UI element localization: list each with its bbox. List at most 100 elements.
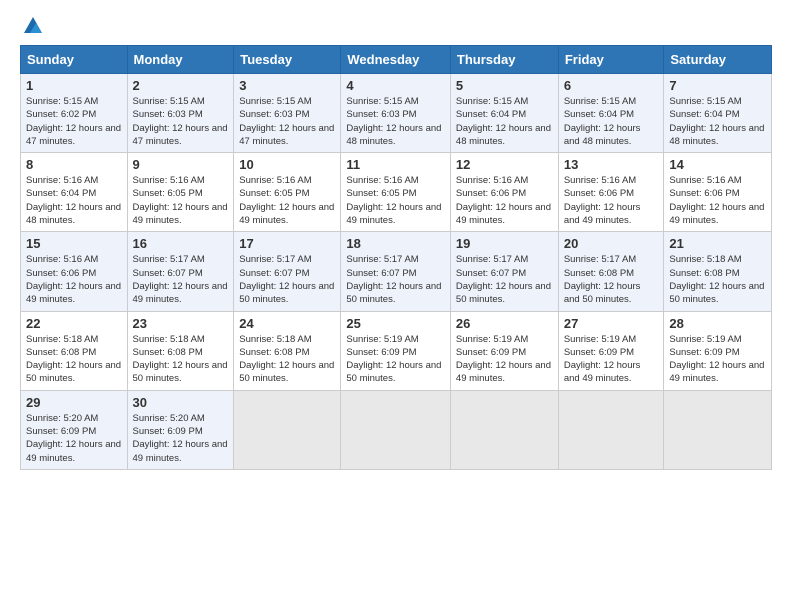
page: SundayMondayTuesdayWednesdayThursdayFrid… [0,0,792,612]
day-info: Sunrise: 5:15 AMSunset: 6:04 PMDaylight:… [669,95,766,148]
calendar-day-cell: 7 Sunrise: 5:15 AMSunset: 6:04 PMDaylight… [664,74,772,153]
day-info: Sunrise: 5:18 AMSunset: 6:08 PMDaylight:… [133,333,229,386]
calendar-day-cell: 18Sunrise: 5:17 AMSunset: 6:07 PMDayligh… [341,232,451,311]
calendar-header-sunday: Sunday [21,46,128,74]
day-number: 17 [239,236,335,251]
calendar-day-cell: 19Sunrise: 5:17 AMSunset: 6:07 PMDayligh… [450,232,558,311]
calendar-day-cell: 15 Sunrise: 5:16 AMSunset: 6:06 PMDayligh… [21,232,128,311]
day-number: 7 [669,78,766,93]
day-number: 3 [239,78,335,93]
day-number: 25 [346,316,445,331]
day-number: 20 [564,236,659,251]
day-info: Sunrise: 5:20 AMSunset: 6:09 PMDaylight:… [133,412,229,465]
calendar-day-cell: 17 Sunrise: 5:17 AMSunset: 6:07 PMDayligh… [234,232,341,311]
calendar-empty-cell [234,390,341,469]
calendar-day-cell: 4Sunrise: 5:15 AMSunset: 6:03 PMDaylight… [341,74,451,153]
day-info: Sunrise: 5:16 AMSunset: 6:06 PMDaylight:… [26,253,122,306]
calendar-empty-cell [450,390,558,469]
day-number: 8 [26,157,122,172]
day-number: 1 [26,78,122,93]
calendar-empty-cell [664,390,772,469]
day-info: Sunrise: 5:17 AMSunset: 6:07 PMDaylight:… [239,253,335,306]
header [20,15,772,37]
day-number: 14 [669,157,766,172]
day-info: Sunrise: 5:18 AMSunset: 6:08 PMDaylight:… [669,253,766,306]
day-number: 24 [239,316,335,331]
day-number: 15 [26,236,122,251]
day-number: 30 [133,395,229,410]
calendar-day-cell: 27 Sunrise: 5:19 AMSunset: 6:09 PMDayligh… [558,311,664,390]
calendar-header-thursday: Thursday [450,46,558,74]
calendar-header-monday: Monday [127,46,234,74]
calendar-day-cell: 5 Sunrise: 5:15 AMSunset: 6:04 PMDaylight… [450,74,558,153]
calendar-week-row: 15 Sunrise: 5:16 AMSunset: 6:06 PMDayligh… [21,232,772,311]
day-number: 10 [239,157,335,172]
day-number: 27 [564,316,659,331]
day-number: 26 [456,316,553,331]
calendar-day-cell: 22 Sunrise: 5:18 AMSunset: 6:08 PMDayligh… [21,311,128,390]
calendar-day-cell: 20 Sunrise: 5:17 AMSunset: 6:08 PMDayligh… [558,232,664,311]
day-info: Sunrise: 5:17 AMSunset: 6:07 PMDaylight:… [133,253,229,306]
calendar-week-row: 22 Sunrise: 5:18 AMSunset: 6:08 PMDayligh… [21,311,772,390]
day-info: Sunrise: 5:20 AMSunset: 6:09 PMDaylight:… [26,412,122,465]
day-info: Sunrise: 5:16 AMSunset: 6:06 PMDaylight:… [564,174,659,227]
calendar-empty-cell [341,390,451,469]
day-info: Sunrise: 5:19 AMSunset: 6:09 PMDaylight:… [456,333,553,386]
day-number: 23 [133,316,229,331]
day-number: 4 [346,78,445,93]
calendar-day-cell: 26 Sunrise: 5:19 AMSunset: 6:09 PMDayligh… [450,311,558,390]
day-info: Sunrise: 5:15 AMSunset: 6:04 PMDaylight:… [456,95,553,148]
calendar-week-row: 29 Sunrise: 5:20 AMSunset: 6:09 PMDayligh… [21,390,772,469]
day-number: 13 [564,157,659,172]
day-info: Sunrise: 5:16 AMSunset: 6:05 PMDaylight:… [346,174,445,227]
day-number: 11 [346,157,445,172]
day-info: Sunrise: 5:18 AMSunset: 6:08 PMDaylight:… [239,333,335,386]
calendar-header-saturday: Saturday [664,46,772,74]
logo [20,15,44,37]
day-number: 22 [26,316,122,331]
calendar-week-row: 8 Sunrise: 5:16 AMSunset: 6:04 PMDaylight… [21,153,772,232]
calendar-day-cell: 25 Sunrise: 5:19 AMSunset: 6:09 PMDayligh… [341,311,451,390]
day-info: Sunrise: 5:18 AMSunset: 6:08 PMDaylight:… [26,333,122,386]
calendar-day-cell: 8 Sunrise: 5:16 AMSunset: 6:04 PMDaylight… [21,153,128,232]
day-number: 19 [456,236,553,251]
calendar-day-cell: 21 Sunrise: 5:18 AMSunset: 6:08 PMDayligh… [664,232,772,311]
calendar-header-row: SundayMondayTuesdayWednesdayThursdayFrid… [21,46,772,74]
day-info: Sunrise: 5:17 AMSunset: 6:08 PMDaylight:… [564,253,659,306]
day-number: 16 [133,236,229,251]
calendar-week-row: 1 Sunrise: 5:15 AMSunset: 6:02 PMDaylight… [21,74,772,153]
logo-icon [22,15,44,37]
day-number: 5 [456,78,553,93]
calendar-day-cell: 28Sunrise: 5:19 AMSunset: 6:09 PMDayligh… [664,311,772,390]
day-info: Sunrise: 5:16 AMSunset: 6:05 PMDaylight:… [239,174,335,227]
day-info: Sunrise: 5:15 AMSunset: 6:03 PMDaylight:… [133,95,229,148]
calendar-day-cell: 14Sunrise: 5:16 AMSunset: 6:06 PMDayligh… [664,153,772,232]
day-number: 6 [564,78,659,93]
day-number: 12 [456,157,553,172]
calendar-day-cell: 9 Sunrise: 5:16 AMSunset: 6:05 PMDaylight… [127,153,234,232]
calendar-day-cell: 13 Sunrise: 5:16 AMSunset: 6:06 PMDayligh… [558,153,664,232]
calendar-day-cell: 2Sunrise: 5:15 AMSunset: 6:03 PMDaylight… [127,74,234,153]
day-info: Sunrise: 5:15 AMSunset: 6:03 PMDaylight:… [239,95,335,148]
calendar-header-friday: Friday [558,46,664,74]
calendar-day-cell: 11 Sunrise: 5:16 AMSunset: 6:05 PMDayligh… [341,153,451,232]
calendar-day-cell: 10 Sunrise: 5:16 AMSunset: 6:05 PMDayligh… [234,153,341,232]
day-number: 29 [26,395,122,410]
calendar-day-cell: 3 Sunrise: 5:15 AMSunset: 6:03 PMDaylight… [234,74,341,153]
calendar-header-tuesday: Tuesday [234,46,341,74]
day-info: Sunrise: 5:16 AMSunset: 6:06 PMDaylight:… [456,174,553,227]
calendar-table: SundayMondayTuesdayWednesdayThursdayFrid… [20,45,772,470]
calendar-day-cell: 30 Sunrise: 5:20 AMSunset: 6:09 PMDayligh… [127,390,234,469]
day-info: Sunrise: 5:16 AMSunset: 6:04 PMDaylight:… [26,174,122,227]
day-info: Sunrise: 5:19 AMSunset: 6:09 PMDaylight:… [564,333,659,386]
calendar-day-cell: 23 Sunrise: 5:18 AMSunset: 6:08 PMDayligh… [127,311,234,390]
day-info: Sunrise: 5:15 AMSunset: 6:02 PMDaylight:… [26,95,122,148]
calendar-day-cell: 12 Sunrise: 5:16 AMSunset: 6:06 PMDayligh… [450,153,558,232]
day-info: Sunrise: 5:19 AMSunset: 6:09 PMDaylight:… [346,333,445,386]
day-number: 9 [133,157,229,172]
day-number: 28 [669,316,766,331]
calendar-day-cell: 6Sunrise: 5:15 AMSunset: 6:04 PMDaylight… [558,74,664,153]
day-number: 21 [669,236,766,251]
calendar-header-wednesday: Wednesday [341,46,451,74]
day-info: Sunrise: 5:16 AMSunset: 6:05 PMDaylight:… [133,174,229,227]
